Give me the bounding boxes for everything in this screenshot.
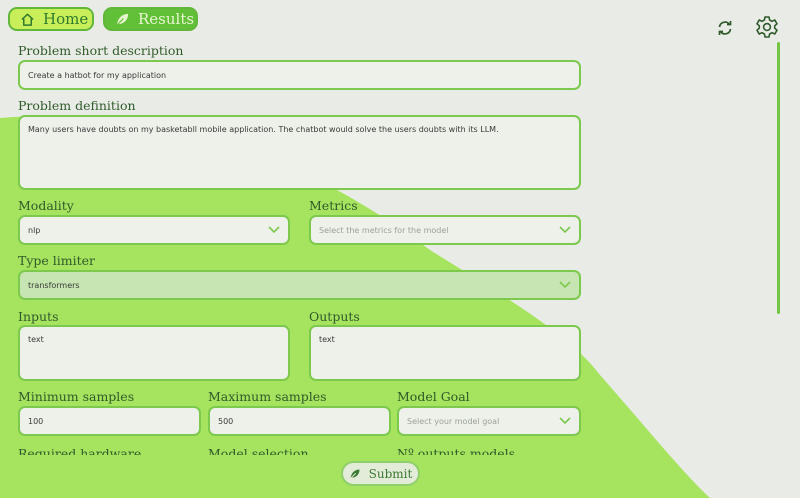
gear-icon[interactable] — [755, 15, 779, 39]
maximum-samples-value: 500 — [218, 416, 234, 426]
scrollbar[interactable] — [777, 42, 780, 314]
leaf-icon — [349, 469, 360, 479]
modality-value: nlp — [28, 225, 41, 235]
type-limiter-label: Type limiter — [18, 253, 96, 268]
outputs-textarea[interactable]: text — [309, 325, 581, 381]
home-icon — [21, 13, 34, 26]
short-description-value: Create a hatbot for my application — [28, 70, 167, 80]
metrics-select[interactable]: Select the metrics for the model — [309, 215, 581, 245]
model-goal-select[interactable]: Select your model goal — [397, 406, 581, 436]
minimum-samples-value: 100 — [28, 416, 44, 426]
modality-select[interactable]: nlp — [18, 215, 290, 245]
type-limiter-value: transformers — [28, 280, 80, 290]
inputs-textarea[interactable]: text — [18, 325, 290, 381]
chevron-down-icon — [268, 226, 280, 234]
minimum-samples-label: Minimum samples — [18, 389, 135, 404]
problem-definition-label: Problem definition — [18, 98, 136, 113]
minimum-samples-input[interactable]: 100 — [18, 406, 201, 436]
leaf-icon — [116, 13, 129, 26]
model-goal-label: Model Goal — [397, 389, 470, 404]
home-button[interactable]: Home — [8, 7, 94, 31]
required-hardware-label: Required hardware — [18, 446, 142, 455]
inputs-label: Inputs — [18, 309, 59, 324]
model-goal-placeholder: Select your model goal — [407, 416, 500, 426]
metrics-label: Metrics — [309, 198, 358, 213]
chevron-down-icon — [559, 226, 571, 234]
problem-definition-value: Many users have doubts on my basketabll … — [28, 125, 499, 134]
chevron-down-icon — [559, 417, 571, 425]
submit-label: Submit — [368, 466, 413, 481]
chevron-down-icon — [559, 281, 571, 289]
model-selection-label: Model selection — [208, 446, 309, 455]
submit-button[interactable]: Submit — [341, 461, 420, 486]
problem-form: Problem short description Create a hatbo… — [0, 0, 800, 455]
short-description-input[interactable]: Create a hatbot for my application — [18, 60, 581, 90]
results-button[interactable]: Results — [103, 7, 198, 31]
short-description-label: Problem short description — [18, 43, 184, 58]
modality-label: Modality — [18, 198, 74, 213]
results-label: Results — [138, 10, 195, 28]
num-outputs-models-label: Nº outputs models — [397, 446, 516, 455]
home-label: Home — [43, 10, 89, 28]
outputs-label: Outputs — [309, 309, 360, 324]
type-limiter-select[interactable]: transformers — [18, 270, 581, 300]
inputs-value: text — [28, 335, 44, 344]
outputs-value: text — [319, 335, 335, 344]
maximum-samples-label: Maximum samples — [208, 389, 327, 404]
problem-definition-textarea[interactable]: Many users have doubts on my basketabll … — [18, 115, 581, 190]
maximum-samples-input[interactable]: 500 — [208, 406, 391, 436]
metrics-placeholder: Select the metrics for the model — [319, 225, 449, 235]
refresh-icon[interactable] — [716, 19, 734, 37]
